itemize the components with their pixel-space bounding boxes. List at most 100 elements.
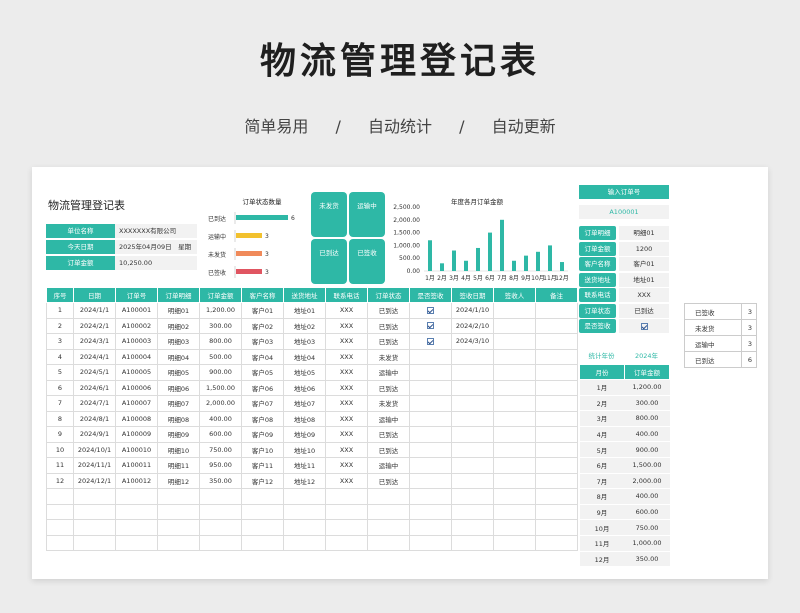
table-cell[interactable]: 2024/1/10 [451,302,494,319]
table-cell[interactable]: 9 [46,426,74,443]
table-cell[interactable] [157,519,200,536]
table-cell[interactable] [241,488,284,505]
table-cell[interactable] [451,519,494,536]
table-row[interactable]: 7 2024/7/1 A100007 明细07 2,000.00 客户07 地址07 XXX 未… [46,395,578,412]
table-cell[interactable]: 地址01 [283,302,326,319]
table-cell[interactable]: 客户10 [241,441,284,458]
table-cell[interactable] [199,519,242,536]
info-value[interactable]: 2025年04月09日 星期三 [115,240,197,266]
table-cell[interactable] [493,426,536,443]
table-cell[interactable]: 2024/7/1 [73,395,116,412]
table-cell[interactable] [325,488,368,505]
table-cell[interactable]: XXX [325,364,368,381]
table-cell[interactable] [493,395,536,412]
table-cell[interactable] [241,503,284,520]
table-cell[interactable]: 3 [46,333,74,350]
table-cell[interactable] [451,395,494,412]
table-cell[interactable] [535,379,578,396]
table-cell[interactable]: 地址11 [283,457,326,474]
table-cell[interactable] [535,410,578,427]
table-cell[interactable] [451,488,494,505]
table-cell[interactable]: 350.00 [199,472,242,489]
table-cell[interactable]: 明细08 [157,410,200,427]
table-cell[interactable] [73,519,116,536]
table-cell[interactable]: 2 [46,317,74,334]
table-cell[interactable] [409,302,452,319]
table-cell[interactable] [493,519,536,536]
table-cell[interactable]: 地址02 [283,317,326,334]
table-cell[interactable]: 地址05 [283,364,326,381]
table-cell[interactable]: 2024/8/1 [73,410,116,427]
table-cell[interactable] [409,519,452,536]
table-cell[interactable] [535,348,578,365]
table-cell[interactable]: A100011 [115,457,158,474]
table-cell[interactable] [409,379,452,396]
table-cell[interactable]: 已到达 [367,441,410,458]
table-cell[interactable]: 已到达 [367,317,410,334]
table-cell[interactable]: XXX [325,348,368,365]
table-cell[interactable] [409,410,452,427]
table-cell[interactable] [451,426,494,443]
table-cell[interactable] [409,348,452,365]
table-cell[interactable] [493,457,536,474]
table-cell[interactable] [493,534,536,551]
table-cell[interactable] [325,519,368,536]
table-cell[interactable]: 明细04 [157,348,200,365]
table-cell[interactable]: A100008 [115,410,158,427]
table-cell[interactable] [46,519,74,536]
checkbox-checked-icon[interactable] [427,306,434,314]
table-cell[interactable] [409,472,452,489]
table-cell[interactable] [535,534,578,551]
table-row[interactable]: 6 2024/6/1 A100006 明细06 1,500.00 客户06 地址06 XXX 已… [46,379,578,396]
table-cell[interactable]: XXX [325,410,368,427]
table-cell[interactable]: 地址04 [283,348,326,365]
table-cell[interactable]: A100004 [115,348,158,365]
table-cell[interactable]: 未发货 [367,348,410,365]
table-row-empty[interactable] [46,534,578,551]
table-cell[interactable] [535,364,578,381]
table-cell[interactable]: XXX [325,395,368,412]
tile-not-shipped[interactable]: 未发货 [311,192,347,237]
table-cell[interactable]: 600.00 [199,426,242,443]
table-cell[interactable] [493,348,536,365]
table-cell[interactable]: 运输中 [367,364,410,381]
table-cell[interactable] [493,410,536,427]
table-cell[interactable] [283,488,326,505]
table-row[interactable]: 4 2024/4/1 A100004 明细04 500.00 客户04 地址04 XXX 未发货 [46,348,578,365]
table-cell[interactable]: 2,000.00 [199,395,242,412]
table-cell[interactable]: 2024/5/1 [73,364,116,381]
table-row[interactable]: 2 2024/2/1 A100002 明细02 300.00 客户02 地址02 XXX 已到达… [46,317,578,334]
table-cell[interactable]: 客户01 [241,302,284,319]
table-cell[interactable]: 2024/2/10 [451,317,494,334]
tile-signed[interactable]: 已签收 [349,239,385,284]
table-cell[interactable] [409,457,452,474]
table-cell[interactable] [115,519,158,536]
table-cell[interactable]: 客户07 [241,395,284,412]
table-cell[interactable] [115,488,158,505]
table-cell[interactable]: 已到达 [367,379,410,396]
table-cell[interactable]: 300.00 [199,317,242,334]
table-row[interactable]: 10 2024/10/1 A100010 明细10 750.00 客户10 地址10 XXX 已… [46,441,578,458]
table-cell[interactable] [73,488,116,505]
table-cell[interactable]: 明细12 [157,472,200,489]
table-cell[interactable]: XXX [325,441,368,458]
table-cell[interactable] [493,472,536,489]
table-cell[interactable] [535,395,578,412]
table-cell[interactable]: A100001 [115,302,158,319]
stat-year-value[interactable]: 2024年 [624,350,669,360]
table-cell[interactable]: 明细05 [157,364,200,381]
table-cell[interactable]: A100002 [115,317,158,334]
table-cell[interactable]: 2024/1/1 [73,302,116,319]
table-cell[interactable]: 750.00 [199,441,242,458]
table-cell[interactable] [157,534,200,551]
table-cell[interactable]: 5 [46,364,74,381]
tile-arrived[interactable]: 已到达 [311,239,347,284]
table-cell[interactable] [46,503,74,520]
table-cell[interactable] [409,317,452,334]
table-cell[interactable] [493,302,536,319]
table-row[interactable]: 1 2024/1/1 A100001 明细01 1,200.00 客户01 地址01 XXX 已… [46,302,578,319]
order-number-input[interactable]: A100001 [579,205,669,219]
table-cell[interactable] [451,441,494,458]
table-cell[interactable] [535,472,578,489]
checkbox-checked-icon[interactable] [427,337,434,345]
